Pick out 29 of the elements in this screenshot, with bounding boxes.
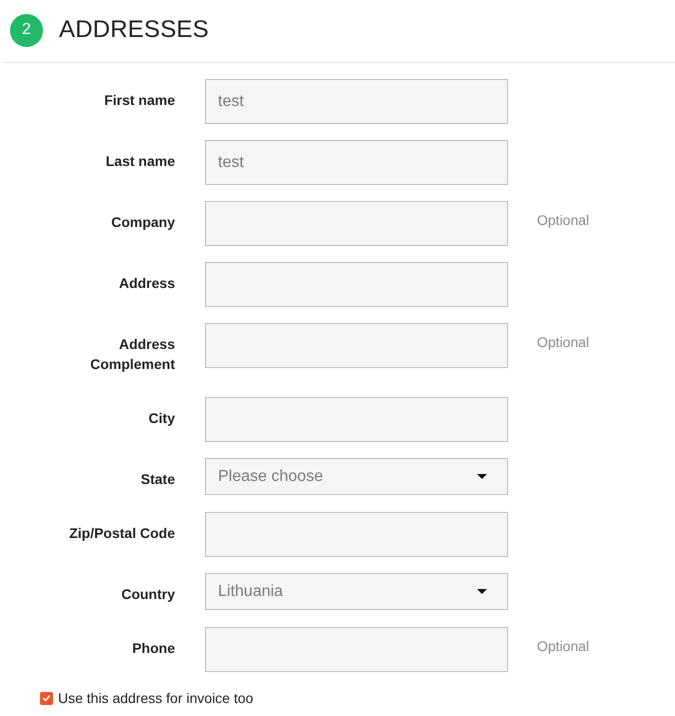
field-label: Address Complement bbox=[89, 335, 175, 374]
optional-note: Optional bbox=[537, 212, 590, 228]
field-label: State bbox=[140, 470, 175, 489]
field-label: First name bbox=[103, 91, 175, 110]
input-field[interactable] bbox=[205, 201, 508, 246]
caret-icon bbox=[477, 474, 487, 479]
dropdown[interactable]: Lithuania bbox=[205, 573, 508, 610]
step-badge: 2 bbox=[10, 14, 43, 46]
optional-note: Optional bbox=[537, 638, 590, 654]
input-field[interactable] bbox=[205, 262, 508, 307]
input-field[interactable] bbox=[205, 397, 508, 442]
field-label: Last name bbox=[104, 152, 175, 171]
section-title: ADDRESSES bbox=[59, 16, 209, 44]
input-field[interactable]: test bbox=[205, 79, 508, 124]
optional-note: Optional bbox=[537, 334, 590, 350]
field-label: Address bbox=[118, 274, 175, 293]
field-label: Zip/Postal Code bbox=[68, 524, 175, 543]
checkbox[interactable] bbox=[40, 692, 53, 704]
checkbox-label[interactable]: Use this address for invoice too bbox=[58, 689, 254, 707]
input-field[interactable] bbox=[205, 627, 508, 672]
input-field[interactable]: test bbox=[205, 140, 508, 185]
field-label: City bbox=[148, 409, 175, 428]
field-label: Phone bbox=[131, 639, 175, 658]
dropdown[interactable]: Please choose bbox=[205, 458, 508, 495]
caret-icon bbox=[477, 589, 487, 594]
field-label: Country bbox=[120, 585, 175, 604]
input-field[interactable] bbox=[205, 323, 508, 368]
field-label: Company bbox=[110, 213, 175, 232]
input-field[interactable] bbox=[205, 512, 508, 557]
